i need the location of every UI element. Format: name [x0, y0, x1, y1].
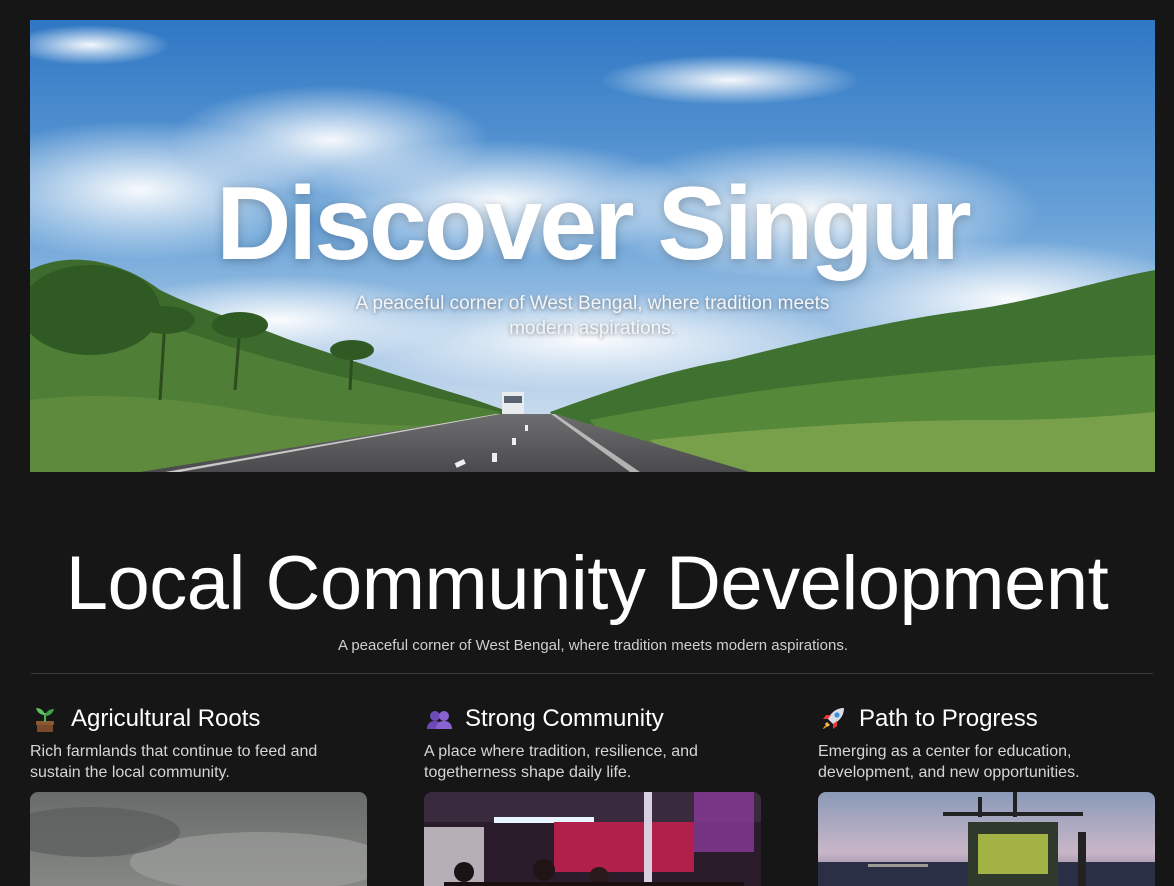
hero-subtitle: A peaceful corner of West Bengal, where … — [355, 293, 830, 339]
section-divider — [31, 673, 1153, 674]
card-heading: Agricultural Roots — [30, 704, 370, 734]
community-gathering-image — [424, 792, 761, 886]
card-description: Rich farmlands that continue to feed and… — [30, 743, 318, 781]
card-heading: Path to Progress — [818, 704, 1158, 734]
page: Discover Singur A peaceful corner of Wes… — [0, 0, 1174, 886]
card-heading: Strong Community — [424, 704, 764, 734]
hero-banner: Discover Singur A peaceful corner of Wes… — [30, 20, 1155, 472]
card-title: Strong Community — [465, 705, 664, 732]
seedling-icon — [30, 705, 60, 733]
section-title: Local Community Development — [65, 541, 1109, 626]
rocket-icon — [818, 705, 848, 733]
card-agricultural-roots: Agricultural Roots Rich farmlands that c… — [30, 704, 370, 886]
card-description: A place where tradition, resilience, and… — [424, 743, 698, 781]
farmland-image — [30, 792, 367, 886]
people-icon — [424, 705, 454, 733]
card-description: Emerging as a center for education, deve… — [818, 743, 1080, 781]
hero-title: Discover Singur — [216, 166, 972, 282]
industrial-dusk-image — [818, 792, 1155, 886]
section-subtitle: A peaceful corner of West Bengal, where … — [338, 637, 848, 654]
card-title: Path to Progress — [859, 705, 1038, 732]
card-strong-community: Strong Community A place where tradition… — [424, 704, 764, 886]
card-path-to-progress: Path to Progress Emerging as a center fo… — [818, 704, 1158, 886]
card-title: Agricultural Roots — [71, 705, 261, 732]
